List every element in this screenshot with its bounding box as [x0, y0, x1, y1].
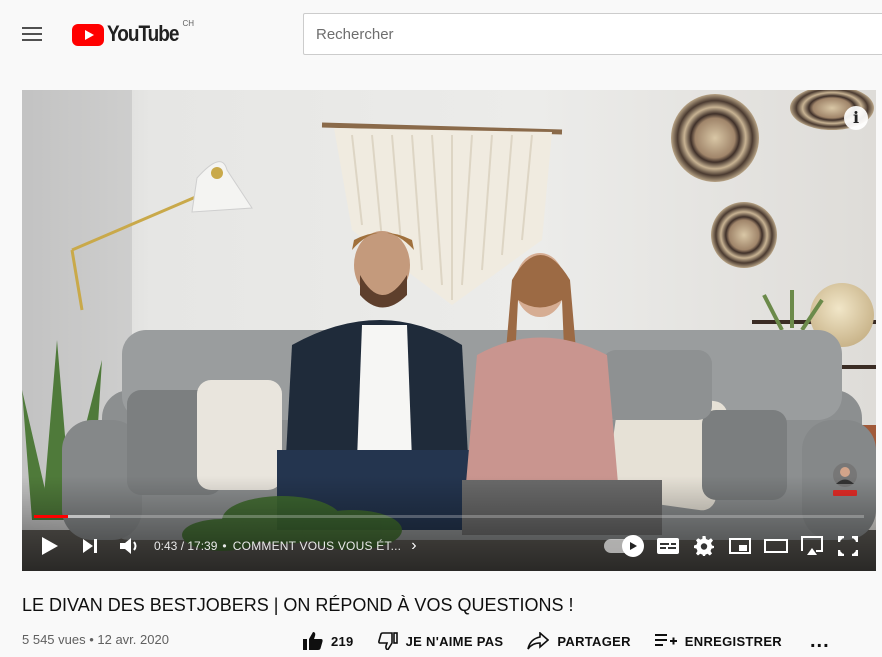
play-button[interactable] — [32, 528, 68, 564]
share-label: PARTAGER — [557, 633, 631, 649]
time-display: 0:43 / 17:39 — [154, 539, 218, 553]
miniplayer-button[interactable] — [722, 528, 758, 564]
dislike-label: JE N'AIME PAS — [405, 633, 504, 649]
add-to-playlist-icon — [654, 634, 677, 646]
play-icon — [42, 537, 58, 555]
theater-mode-button[interactable] — [758, 528, 794, 564]
more-actions-icon[interactable]: ... — [810, 630, 830, 653]
save-label: ENREGISTRER — [684, 633, 782, 649]
youtube-logo[interactable]: YouTube CH — [72, 18, 195, 49]
logo-text: YouTube — [107, 22, 179, 47]
guide-menu-icon[interactable] — [22, 24, 44, 44]
chapter-title[interactable]: COMMENT VOUS VOUS ÉT... — [233, 539, 401, 553]
autoplay-play-icon — [630, 542, 637, 550]
mute-button[interactable] — [112, 528, 148, 564]
cast-icon — [801, 536, 823, 555]
autoplay-knob — [622, 535, 644, 557]
thumb-down-icon — [377, 632, 398, 650]
next-button[interactable] — [72, 528, 108, 564]
autoplay-toggle[interactable] — [604, 535, 644, 557]
country-code: CH — [182, 18, 195, 28]
chapter-separator: • — [222, 539, 227, 553]
settings-gear-icon — [694, 536, 714, 556]
progress-bar[interactable] — [34, 515, 864, 518]
save-button[interactable]: ENREGISTRER — [654, 633, 782, 649]
share-button[interactable]: PARTAGER — [527, 632, 630, 650]
like-button[interactable]: 219 — [303, 632, 354, 650]
video-meta: 5 545 vues • 12 avr. 2020 — [22, 632, 169, 647]
youtube-play-logo-icon — [72, 24, 104, 46]
settings-button[interactable] — [686, 528, 722, 564]
like-count: 219 — [331, 633, 354, 649]
subtitles-button[interactable] — [650, 528, 686, 564]
dislike-button[interactable]: JE N'AIME PAS — [377, 632, 504, 650]
theater-mode-icon — [764, 539, 788, 553]
volume-icon — [120, 538, 137, 554]
subtitles-icon — [657, 538, 679, 554]
miniplayer-icon — [729, 538, 751, 554]
player-controls: 0:43 / 17:39 • COMMENT VOUS VOUS ÉT... › — [22, 528, 876, 564]
video-player[interactable]: i 0:43 / 17:39 • COMMENT VOUS VOUS ÉT...… — [22, 90, 876, 571]
next-icon — [83, 539, 97, 553]
chevron-right-icon[interactable]: › — [411, 537, 416, 555]
search-input[interactable] — [303, 13, 882, 55]
info-icon[interactable]: i — [844, 106, 868, 130]
share-icon — [527, 632, 550, 650]
masthead: YouTube CH — [0, 0, 882, 70]
fullscreen-button[interactable] — [830, 528, 866, 564]
progress-played — [34, 515, 68, 518]
video-actions: 219 JE N'AIME PAS PARTAGER ENREGISTRER .… — [303, 626, 830, 656]
cast-button[interactable] — [794, 528, 830, 564]
thumb-up-icon — [303, 632, 323, 650]
fullscreen-icon — [838, 536, 858, 556]
video-title: LE DIVAN DES BESTJOBERS | ON RÉPOND À VO… — [22, 595, 574, 615]
